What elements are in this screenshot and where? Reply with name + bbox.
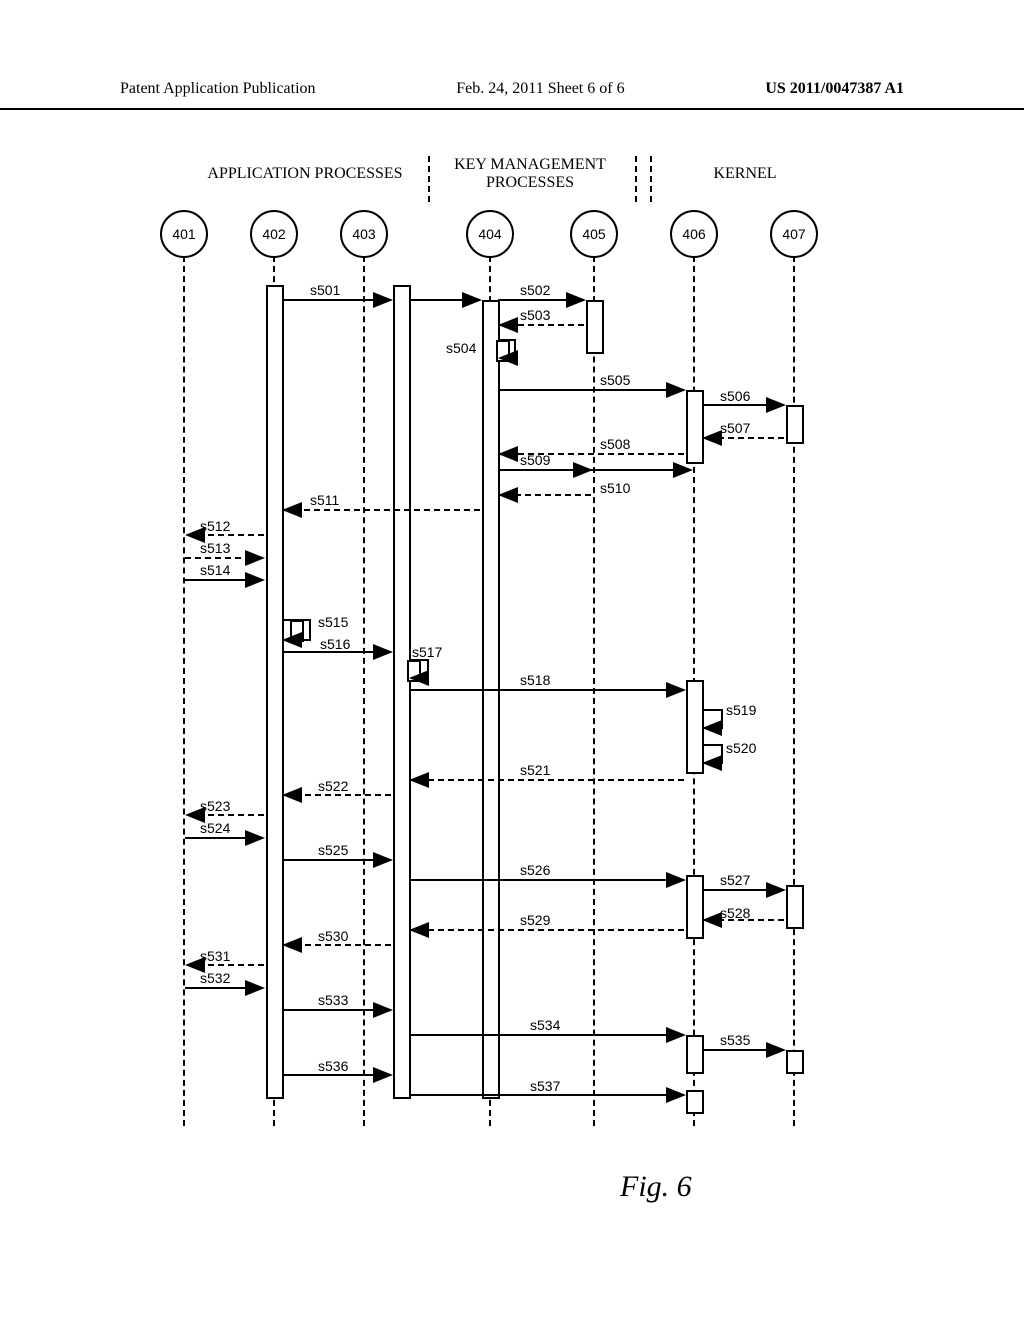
msg-s513: s513 xyxy=(200,540,230,556)
msg-s535: s535 xyxy=(720,1032,750,1048)
msg-s522: s522 xyxy=(318,778,348,794)
arrows-svg xyxy=(0,0,1024,1320)
msg-s529: s529 xyxy=(520,912,550,928)
msg-s532: s532 xyxy=(200,970,230,986)
msg-s525: s525 xyxy=(318,842,348,858)
msg-s527: s527 xyxy=(720,872,750,888)
msg-s533: s533 xyxy=(318,992,348,1008)
msg-s518: s518 xyxy=(520,672,550,688)
msg-s510: s510 xyxy=(600,480,630,496)
msg-s503: s503 xyxy=(520,307,550,323)
msg-s521: s521 xyxy=(520,762,550,778)
msg-s523: s523 xyxy=(200,798,230,814)
msg-s502: s502 xyxy=(520,282,550,298)
msg-s506: s506 xyxy=(720,388,750,404)
msg-s507: s507 xyxy=(720,420,750,436)
msg-s505: s505 xyxy=(600,372,630,388)
msg-s514: s514 xyxy=(200,562,230,578)
msg-s511: s511 xyxy=(310,492,339,508)
msg-s516: s516 xyxy=(320,636,350,652)
msg-s531: s531 xyxy=(200,948,230,964)
msg-s519: s519 xyxy=(726,702,756,718)
msg-s520: s520 xyxy=(726,740,756,756)
msg-s536: s536 xyxy=(318,1058,348,1074)
msg-s509: s509 xyxy=(520,452,550,468)
msg-s537: s537 xyxy=(530,1078,560,1094)
msg-s512: s512 xyxy=(200,518,230,534)
page-root: Patent Application Publication Feb. 24, … xyxy=(0,0,1024,1320)
msg-s501: s501 xyxy=(310,282,340,298)
msg-s517: s517 xyxy=(412,644,442,660)
msg-s530: s530 xyxy=(318,928,348,944)
msg-s526: s526 xyxy=(520,862,550,878)
msg-s504: s504 xyxy=(446,340,476,356)
msg-s528: s528 xyxy=(720,905,750,921)
msg-s524: s524 xyxy=(200,820,230,836)
msg-s534: s534 xyxy=(530,1017,560,1033)
msg-s515: s515 xyxy=(318,614,348,630)
msg-s508: s508 xyxy=(600,436,630,452)
